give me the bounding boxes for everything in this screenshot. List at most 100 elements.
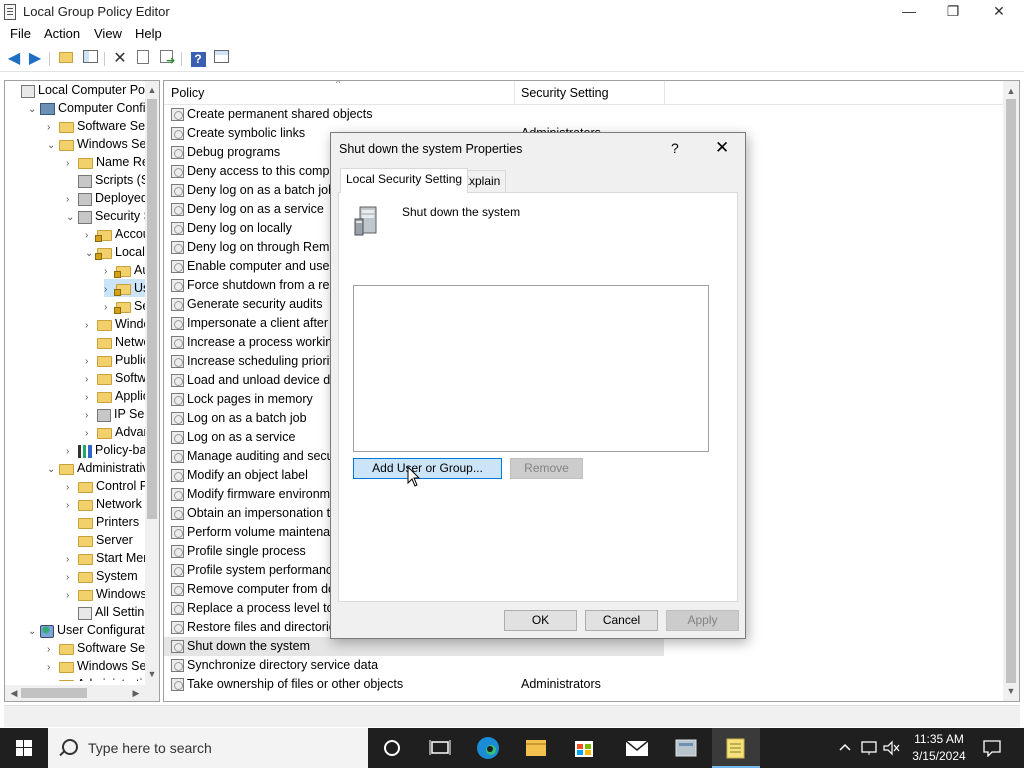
file-explorer-icon[interactable]	[512, 728, 560, 768]
scroll-up-icon[interactable]: ▲	[145, 83, 159, 97]
cortana-icon[interactable]	[368, 728, 416, 768]
table-row[interactable]: Take ownership of files or other objects…	[164, 675, 664, 694]
scroll-down-icon[interactable]: ▼	[145, 667, 159, 681]
cancel-button[interactable]: Cancel	[585, 610, 658, 631]
tree-node[interactable]: ›Name Res	[66, 153, 145, 171]
table-row[interactable]: Shut down the system	[164, 637, 664, 656]
tree-node[interactable]: ⌄ Administrative	[47, 459, 145, 477]
chevron-down-icon[interactable]: ⌄	[28, 101, 40, 119]
restore-button[interactable]: ❐	[930, 0, 976, 24]
group-policy-icon[interactable]	[662, 728, 710, 768]
up-folder-icon[interactable]	[57, 50, 75, 68]
tree-node[interactable]: › Deployed	[66, 189, 145, 207]
tree-horizontal-scrollbar[interactable]: ◀ ▶	[5, 685, 159, 701]
tree-vertical-scrollbar[interactable]: ▲ ▼	[145, 81, 159, 685]
tree-node[interactable]: ⌄ Windows Sett	[47, 135, 145, 153]
tree-node[interactable]: Scripts (Sta	[66, 171, 145, 189]
network-icon[interactable]	[860, 740, 880, 780]
tree-node[interactable]: Printers	[66, 513, 139, 531]
table-row[interactable]: Synchronize directory service data	[164, 656, 664, 675]
column-header-security-setting[interactable]: Security Setting	[521, 86, 609, 100]
tree-node[interactable]: ›Control Pa	[66, 477, 145, 495]
tree-node[interactable]: ›Windo	[85, 315, 145, 333]
tree-node[interactable]: ›Softwa	[85, 369, 145, 387]
tree-node[interactable]: › Network	[66, 495, 142, 513]
export-list-icon[interactable]: ➜	[157, 50, 175, 68]
apply-button[interactable]: Apply	[666, 610, 739, 631]
tree-node[interactable]: ›Sec	[104, 297, 145, 315]
scroll-right-icon[interactable]: ▶	[129, 685, 143, 701]
start-button[interactable]	[0, 728, 48, 768]
volume-muted-icon[interactable]	[882, 740, 902, 780]
scroll-thumb[interactable]	[1006, 99, 1016, 683]
notepad-icon[interactable]	[712, 728, 760, 768]
tree-node[interactable]: ›Applic	[85, 387, 145, 405]
menu-help[interactable]: Help	[135, 26, 162, 41]
tree-node[interactable]: Local Computer Polic	[9, 81, 145, 99]
tree-node[interactable]: ›Software Setti	[47, 117, 145, 135]
column-header-policy[interactable]: Policy	[171, 86, 204, 100]
back-arrow-icon[interactable]: ◀	[5, 50, 23, 68]
menu-file[interactable]: File	[10, 26, 31, 41]
tree-node[interactable]: ›IP Secu	[85, 405, 145, 423]
show-hide-tree-icon[interactable]	[81, 50, 99, 68]
minimize-button[interactable]: —	[886, 0, 932, 24]
tree-node[interactable]: ›Software Setti	[47, 639, 145, 657]
close-button[interactable]: ✕	[976, 0, 1022, 24]
scroll-down-icon[interactable]: ▼	[1003, 683, 1019, 699]
help-icon[interactable]: ?	[189, 50, 207, 68]
system-clock[interactable]: 11:35 AM 3/15/2024	[904, 731, 974, 765]
scroll-up-icon[interactable]: ▲	[1003, 83, 1019, 99]
delete-icon[interactable]: ✕	[111, 50, 129, 68]
notifications-icon[interactable]	[982, 739, 1002, 779]
remove-button[interactable]: Remove	[510, 458, 583, 479]
tree-node[interactable]: ›Windows Sett	[47, 657, 145, 675]
tree-node[interactable]: ⌄ Computer Config	[28, 99, 145, 117]
menu-view[interactable]: View	[94, 26, 122, 41]
task-view-icon[interactable]	[416, 728, 464, 768]
tree-node[interactable]: › Administrativ	[47, 675, 145, 681]
scroll-left-icon[interactable]: ◀	[7, 685, 21, 701]
tree-node[interactable]: ›Advan	[85, 423, 145, 441]
tree-node[interactable]: ›Public	[85, 351, 145, 369]
tree-node[interactable]: ›Use	[104, 279, 145, 297]
tree-node[interactable]: Netwo	[85, 333, 145, 351]
tree-pane[interactable]: Local Computer Polic ⌄ Computer Config › Sof…	[4, 80, 160, 702]
tree-node[interactable]: ⌄ Security Se	[66, 207, 145, 225]
tree-node[interactable]: ⌄ User Configuratio	[28, 621, 145, 639]
dialog-close-button[interactable]: ✕	[715, 138, 729, 158]
dialog-help-button[interactable]: ?	[671, 140, 679, 156]
scroll-thumb[interactable]	[147, 99, 157, 519]
taskbar-search-box[interactable]: Type here to search	[48, 728, 368, 768]
tree-node[interactable]: ›Start Menu	[66, 549, 145, 567]
list-vertical-scrollbar[interactable]: ▲ ▼	[1003, 81, 1019, 701]
properties-icon[interactable]	[134, 50, 152, 68]
chevron-down-icon[interactable]: ⌄	[66, 209, 78, 227]
menu-action[interactable]: Action	[44, 26, 80, 41]
chevron-down-icon[interactable]: ⌄	[28, 623, 40, 641]
console-view-icon[interactable]	[212, 50, 230, 68]
show-hidden-icons-chevron-icon[interactable]	[838, 739, 852, 779]
tree-node[interactable]: ›Au	[104, 261, 145, 279]
tree-node[interactable]: ›Accou	[85, 225, 145, 243]
chevron-right-icon[interactable]: ›	[47, 677, 59, 681]
add-user-or-group-button[interactable]: Add User or Group...	[353, 458, 502, 479]
scroll-thumb[interactable]	[21, 688, 87, 698]
ok-button[interactable]: OK	[504, 610, 577, 631]
store-icon[interactable]	[560, 728, 608, 768]
edge-icon[interactable]	[464, 728, 512, 768]
chevron-down-icon[interactable]: ⌄	[47, 137, 59, 155]
mail-icon[interactable]	[612, 728, 660, 768]
tab-local-security-setting[interactable]: Local Security Setting	[340, 168, 469, 193]
tree-node[interactable]: ⌄Local P	[85, 243, 145, 261]
tree-node[interactable]: ›Windows (	[66, 585, 145, 603]
tree-node[interactable]: All Setting	[66, 603, 145, 621]
tree-node[interactable]: Server	[66, 531, 133, 549]
user-group-list[interactable]	[353, 285, 709, 452]
tab-page: Shut down the system Add User or Group..…	[338, 192, 738, 602]
tree-node[interactable]: › System	[66, 567, 138, 585]
tree-node[interactable]: ›Policy-bas	[66, 441, 145, 459]
chevron-down-icon[interactable]: ⌄	[47, 461, 59, 479]
table-row[interactable]: Create permanent shared objects	[164, 105, 664, 124]
forward-arrow-icon[interactable]: ▶	[26, 50, 44, 68]
